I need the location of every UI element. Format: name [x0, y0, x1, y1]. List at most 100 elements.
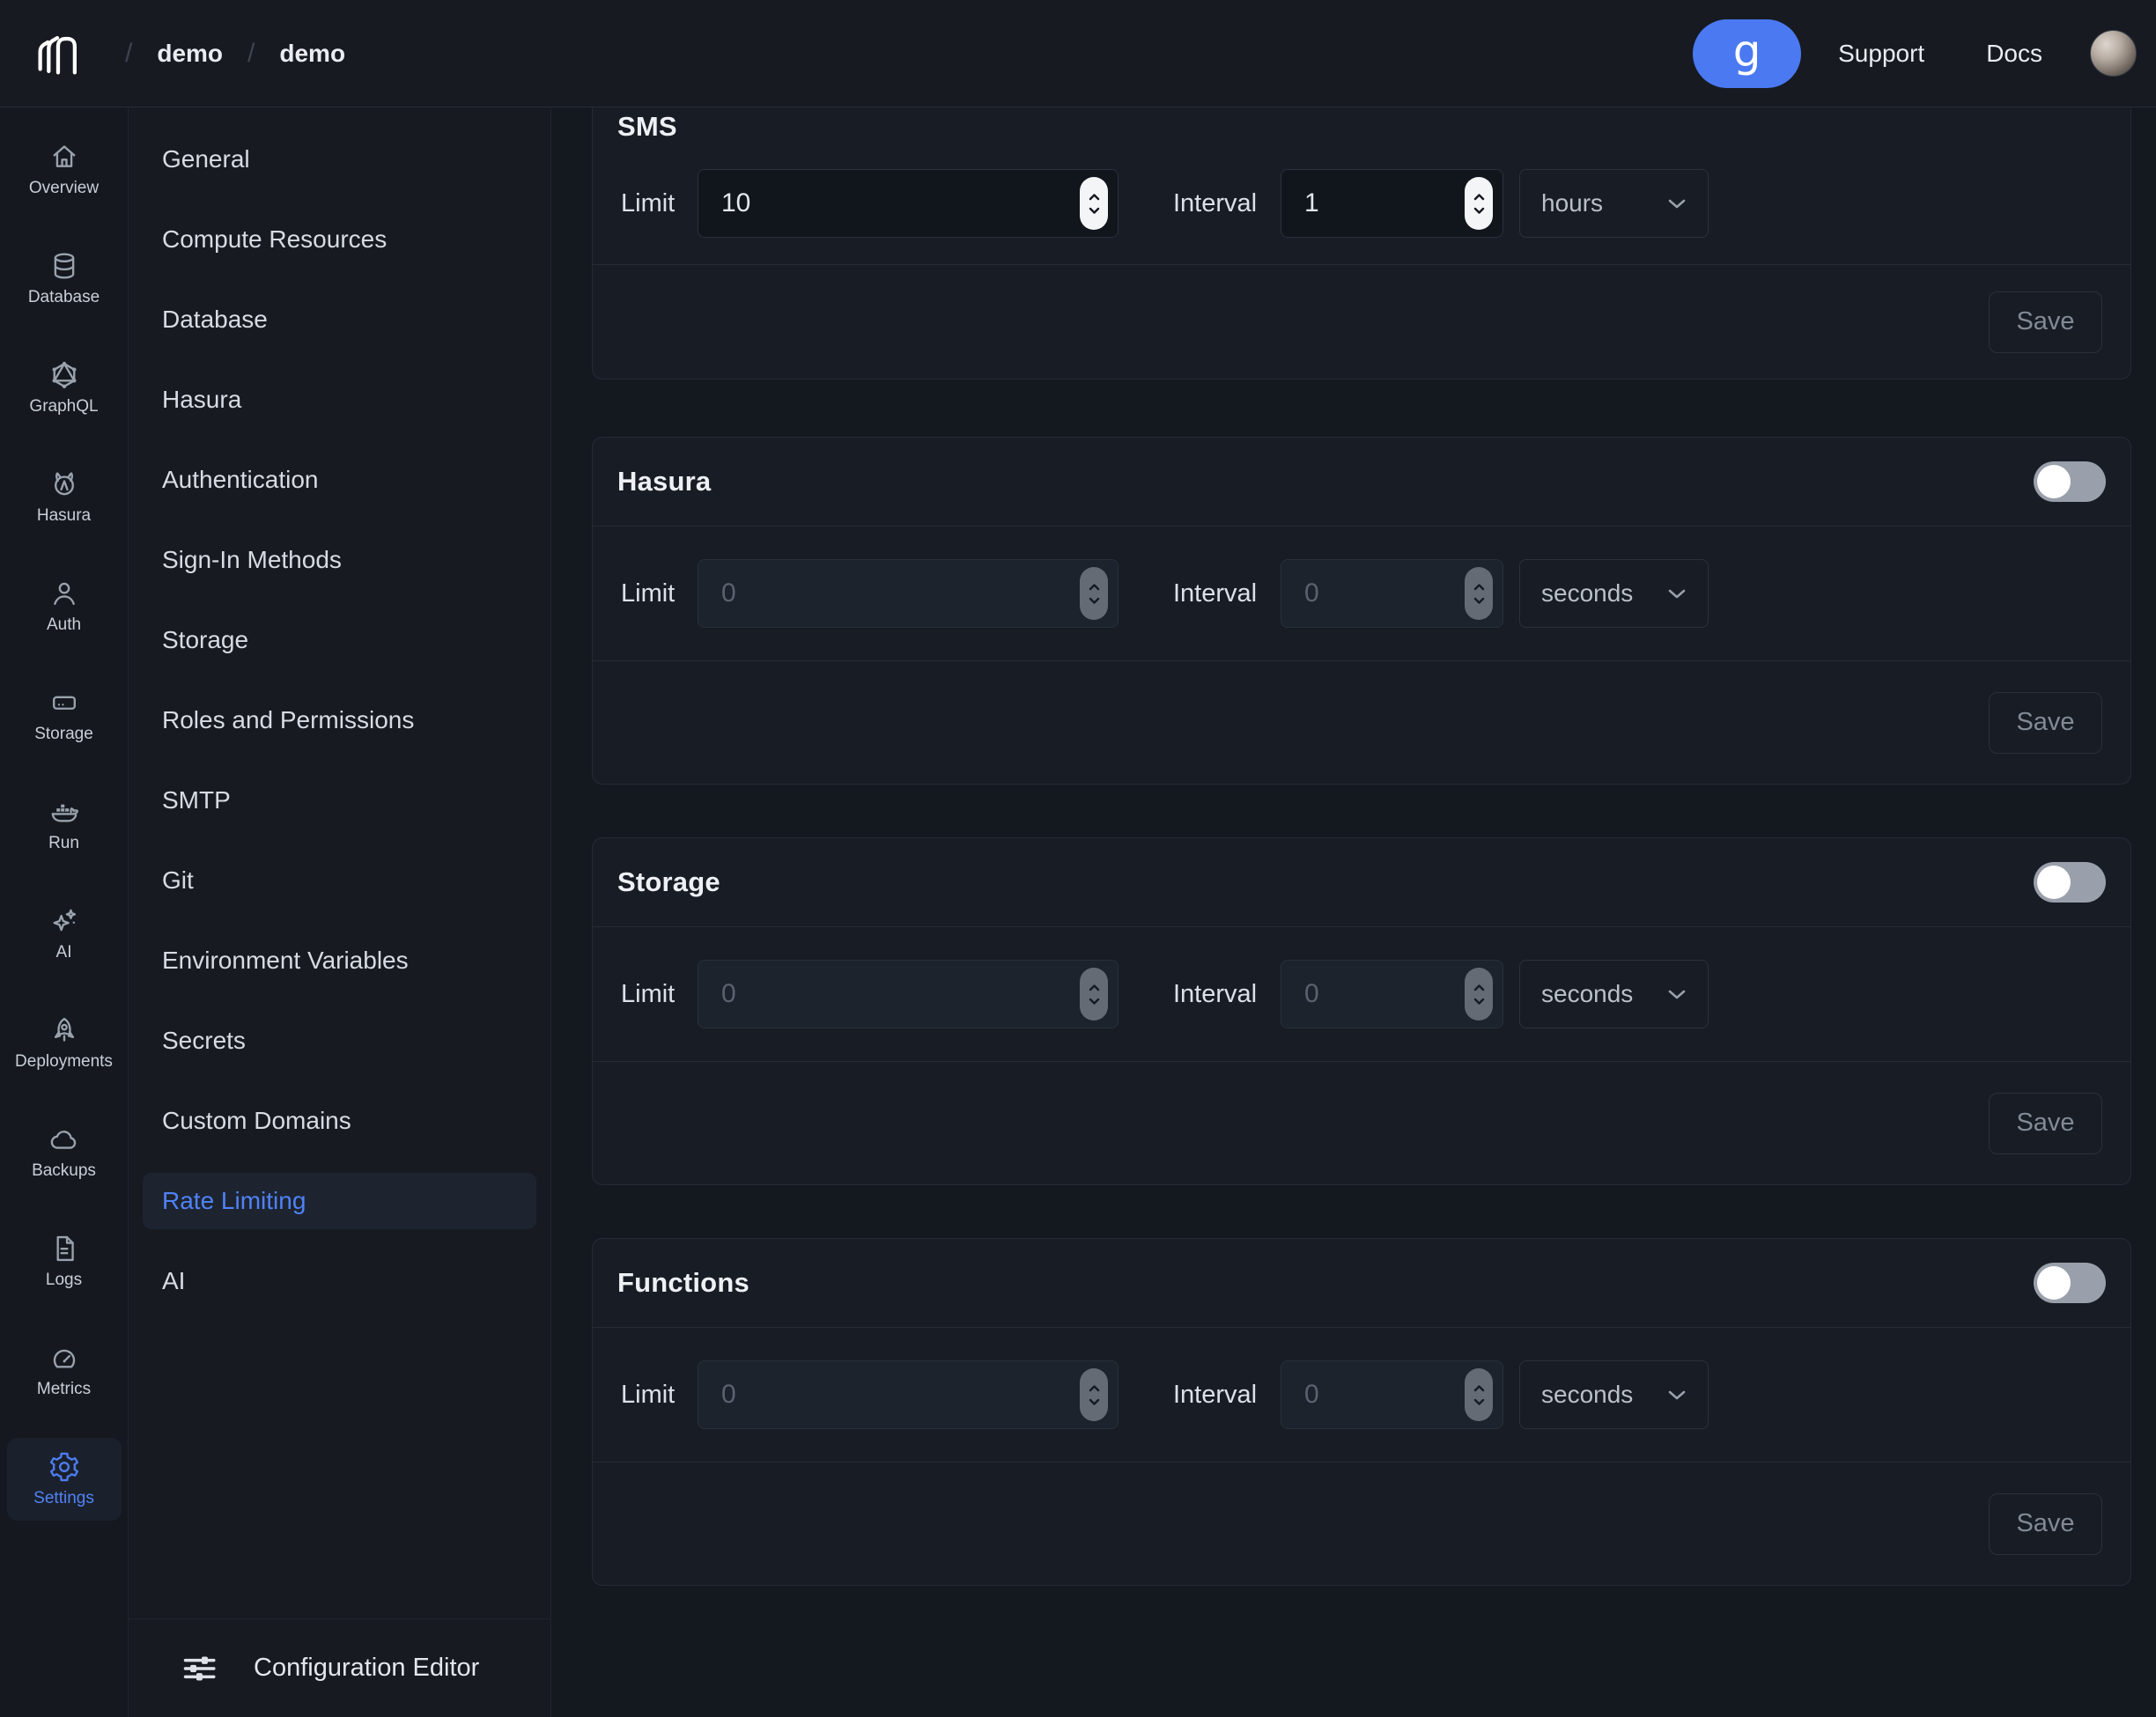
home-icon [48, 141, 80, 173]
functions-save-button[interactable]: Save [1989, 1493, 2102, 1555]
storage-save-button[interactable]: Save [1989, 1093, 2102, 1154]
settings-nav-rate-limiting[interactable]: Rate Limiting [143, 1173, 536, 1229]
sidebar-item-settings[interactable]: Settings [7, 1438, 122, 1521]
interval-label: Interval [1173, 1381, 1265, 1410]
sidebar-item-overview[interactable]: Overview [7, 141, 122, 197]
sidebar-rail: Overview Database GraphQL [0, 107, 129, 1717]
settings-nav-environment-variables[interactable]: Environment Variables [143, 932, 536, 989]
number-stepper [1080, 1368, 1108, 1421]
storage-enable-toggle[interactable] [2034, 862, 2106, 903]
sms-fields-row: Limit Interval hour [593, 143, 2130, 264]
interval-input-wrap [1281, 960, 1503, 1028]
storage-fields-row: Limit Interval seco [593, 926, 2130, 1061]
settings-nav-storage[interactable]: Storage [143, 612, 536, 668]
docs-link[interactable]: Docs [1986, 40, 2042, 68]
breadcrumb-separator: / [125, 39, 132, 69]
hard-drive-icon [48, 687, 80, 718]
sidebar-item-label: Overview [29, 180, 99, 197]
sidebar-item-metrics[interactable]: Metrics [7, 1342, 122, 1398]
sidebar-item-ai[interactable]: AI [7, 905, 122, 962]
nhost-dashboard: / demo / demo g Support Docs Overview [0, 0, 2156, 1717]
functions-card-footer: Save [593, 1462, 2130, 1585]
storage-card-header: Storage [593, 838, 2130, 926]
interval-label: Interval [1173, 980, 1265, 1009]
limit-label: Limit [621, 189, 678, 218]
interval-label: Interval [1173, 579, 1265, 608]
graphql-icon [48, 359, 80, 391]
chevron-down-icon [1667, 1389, 1687, 1401]
sidebar-item-label: GraphQL [29, 398, 98, 416]
assistant-button[interactable]: g [1693, 19, 1801, 88]
chevron-down-icon [1667, 989, 1687, 1000]
settings-nav-custom-domains[interactable]: Custom Domains [143, 1093, 536, 1149]
sidebar-item-database[interactable]: Database [7, 250, 122, 306]
storage-rate-limit-card: Storage Limit Interval [592, 837, 2131, 1185]
sidebar-item-label: Metrics [37, 1381, 91, 1398]
sidebar-item-graphql[interactable]: GraphQL [7, 359, 122, 416]
chevron-down-icon [1667, 588, 1687, 600]
cloud-icon [48, 1124, 80, 1155]
settings-nav-compute-resources[interactable]: Compute Resources [143, 211, 536, 268]
storage-interval-unit-select[interactable]: seconds [1519, 960, 1709, 1028]
settings-nav-hasura[interactable]: Hasura [143, 372, 536, 428]
breadcrumb-project[interactable]: demo [279, 40, 345, 68]
sidebar-item-auth[interactable]: Auth [7, 578, 122, 634]
number-stepper[interactable] [1465, 177, 1493, 230]
settings-nav-database[interactable]: Database [143, 291, 536, 348]
configuration-editor-button[interactable]: Configuration Editor [129, 1618, 550, 1717]
hasura-save-button[interactable]: Save [1989, 692, 2102, 754]
settings-nav-secrets[interactable]: Secrets [143, 1013, 536, 1069]
hasura-card-footer: Save [593, 660, 2130, 784]
settings-nav-smtp[interactable]: SMTP [143, 772, 536, 829]
sidebar-item-label: Database [28, 289, 100, 306]
sms-save-button[interactable]: Save [1989, 291, 2102, 353]
docker-icon [48, 796, 80, 828]
settings-nav-general[interactable]: General [143, 131, 536, 188]
hasura-icon [48, 468, 80, 500]
functions-enable-toggle[interactable] [2034, 1263, 2106, 1303]
interval-unit-value: hours [1541, 189, 1603, 217]
settings-nav-sign-in-methods[interactable]: Sign-In Methods [143, 532, 536, 588]
section-title-sms: SMS [617, 111, 677, 143]
sidebar-item-logs[interactable]: Logs [7, 1233, 122, 1289]
hasura-rate-limit-card: Hasura Limit Interval [592, 437, 2131, 785]
section-title-hasura: Hasura [617, 466, 711, 497]
sidebar-item-label: Settings [33, 1490, 94, 1507]
sidebar-item-backups[interactable]: Backups [7, 1124, 122, 1180]
number-stepper[interactable] [1080, 177, 1108, 230]
sidebar-item-storage[interactable]: Storage [7, 687, 122, 743]
settings-nav-roles-permissions[interactable]: Roles and Permissions [143, 692, 536, 748]
interval-input-wrap [1281, 169, 1503, 238]
nhost-logo-icon[interactable] [30, 26, 85, 81]
configuration-editor-label: Configuration Editor [254, 1654, 479, 1683]
settings-nav-git[interactable]: Git [143, 852, 536, 909]
support-link[interactable]: Support [1838, 40, 1924, 68]
settings-nav-authentication[interactable]: Authentication [143, 452, 536, 508]
sidebar-item-hasura[interactable]: Hasura [7, 468, 122, 525]
interval-input-wrap [1281, 1360, 1503, 1429]
functions-rate-limit-card: Functions Limit Interval [592, 1238, 2131, 1586]
user-icon [48, 578, 80, 609]
sms-limit-input[interactable] [698, 169, 1119, 238]
rate-limiting-content: SMS Limit Interval [551, 107, 2156, 1717]
number-stepper [1465, 567, 1493, 620]
topbar-actions: g Support Docs [1693, 19, 2137, 88]
hasura-card-header: Hasura [593, 438, 2130, 526]
hasura-interval-unit-select[interactable]: seconds [1519, 559, 1709, 628]
breadcrumb: / demo / demo [125, 39, 345, 69]
hasura-enable-toggle[interactable] [2034, 461, 2106, 502]
limit-input-wrap [698, 1360, 1119, 1429]
settings-nav-ai[interactable]: AI [143, 1253, 536, 1309]
user-avatar[interactable] [2090, 30, 2137, 77]
limit-label: Limit [621, 579, 678, 608]
interval-input-wrap [1281, 559, 1503, 628]
sms-interval-unit-select[interactable]: hours [1519, 169, 1709, 238]
toggle-knob [2037, 465, 2071, 498]
interval-unit-value: seconds [1541, 1381, 1633, 1409]
sms-card-header: SMS [593, 107, 2130, 143]
sidebar-item-run[interactable]: Run [7, 796, 122, 852]
limit-label: Limit [621, 980, 678, 1009]
functions-interval-unit-select[interactable]: seconds [1519, 1360, 1709, 1429]
sidebar-item-deployments[interactable]: Deployments [7, 1014, 122, 1071]
breadcrumb-workspace[interactable]: demo [157, 40, 223, 68]
